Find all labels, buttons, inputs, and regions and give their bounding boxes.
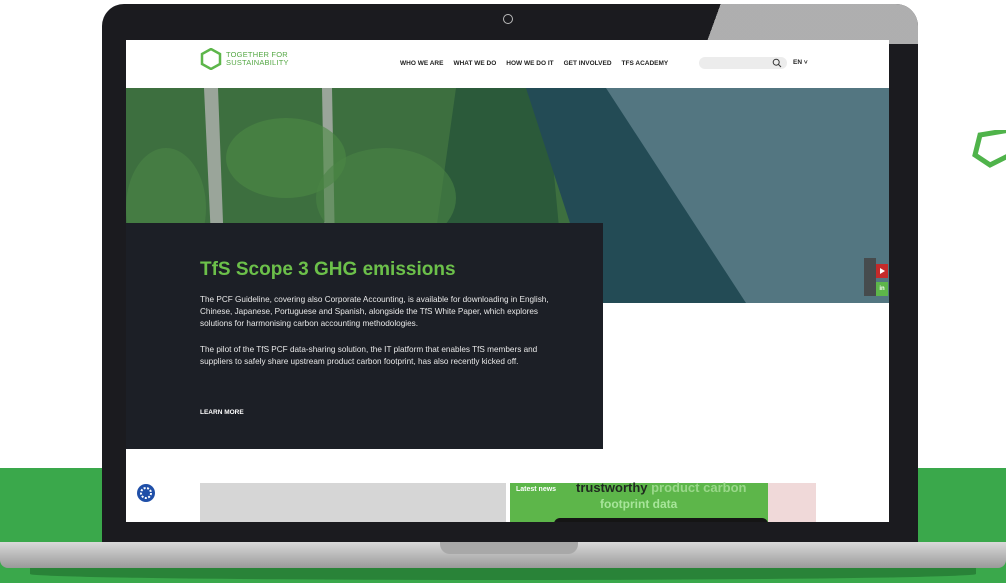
language-selector[interactable]: EN ˅ [793,59,808,66]
hero-paragraph-2: The pilot of the TfS PCF data-sharing so… [200,345,538,366]
search-icon[interactable] [772,58,782,68]
main-menu: WHO WE ARE WHAT WE DO HOW WE DO IT GET I… [400,60,668,67]
hero-text-panel: TfS Scope 3 GHG emissions The PCF Guidel… [126,223,603,449]
site-logo[interactable]: TOGETHER FOR SUSTAINABILITY [200,48,289,70]
latest-news-badge: Latest news [510,485,563,494]
webcam-icon [503,14,513,24]
laptop-hinge-notch [440,542,578,554]
cookie-settings-icon[interactable] [136,483,156,503]
card-overlay-bar [554,518,768,522]
news-card-1[interactable] [200,483,506,522]
decorative-logo-icon [972,130,1006,168]
news-headline-dark: trustworthy [576,480,648,495]
social-sidebar: in [864,258,888,298]
slider-arrow-icon[interactable] [864,258,876,296]
language-label: EN [793,59,803,66]
menu-item-tfs-academy[interactable]: TFS ACADEMY [622,60,669,67]
logo-text: TOGETHER FOR SUSTAINABILITY [226,51,289,67]
menu-item-what-we-do[interactable]: WHAT WE DO [453,60,496,67]
laptop-shadow [30,568,976,580]
news-card-2[interactable]: Latest news trustworthy product carbon f… [510,480,768,522]
chevron-down-icon: ˅ [803,59,808,66]
browser-screen: TOGETHER FOR SUSTAINABILITY WHO WE ARE W… [126,40,889,522]
news-headline-light: product carbon [647,480,747,495]
news-headline-line-2: footprint data [600,497,678,511]
top-navigation: TOGETHER FOR SUSTAINABILITY WHO WE ARE W… [126,40,889,88]
hero-title: TfS Scope 3 GHG emissions [200,259,456,280]
menu-item-get-involved[interactable]: GET INVOLVED [564,60,612,67]
menu-item-how-we-do-it[interactable]: HOW WE DO IT [506,60,553,67]
hexagon-logo-icon [200,48,222,70]
menu-item-who-we-are[interactable]: WHO WE ARE [400,60,443,67]
youtube-icon[interactable] [876,264,888,278]
news-headline: trustworthy product carbon [576,480,746,495]
hero-paragraph-1: The PCF Guideline, covering also Corpora… [200,295,549,328]
screen-glare [642,4,918,44]
news-card-3[interactable] [768,483,816,522]
linkedin-icon[interactable]: in [876,282,888,296]
learn-more-link[interactable]: LEARN MORE [200,409,244,416]
logo-line-2: SUSTAINABILITY [226,58,289,67]
